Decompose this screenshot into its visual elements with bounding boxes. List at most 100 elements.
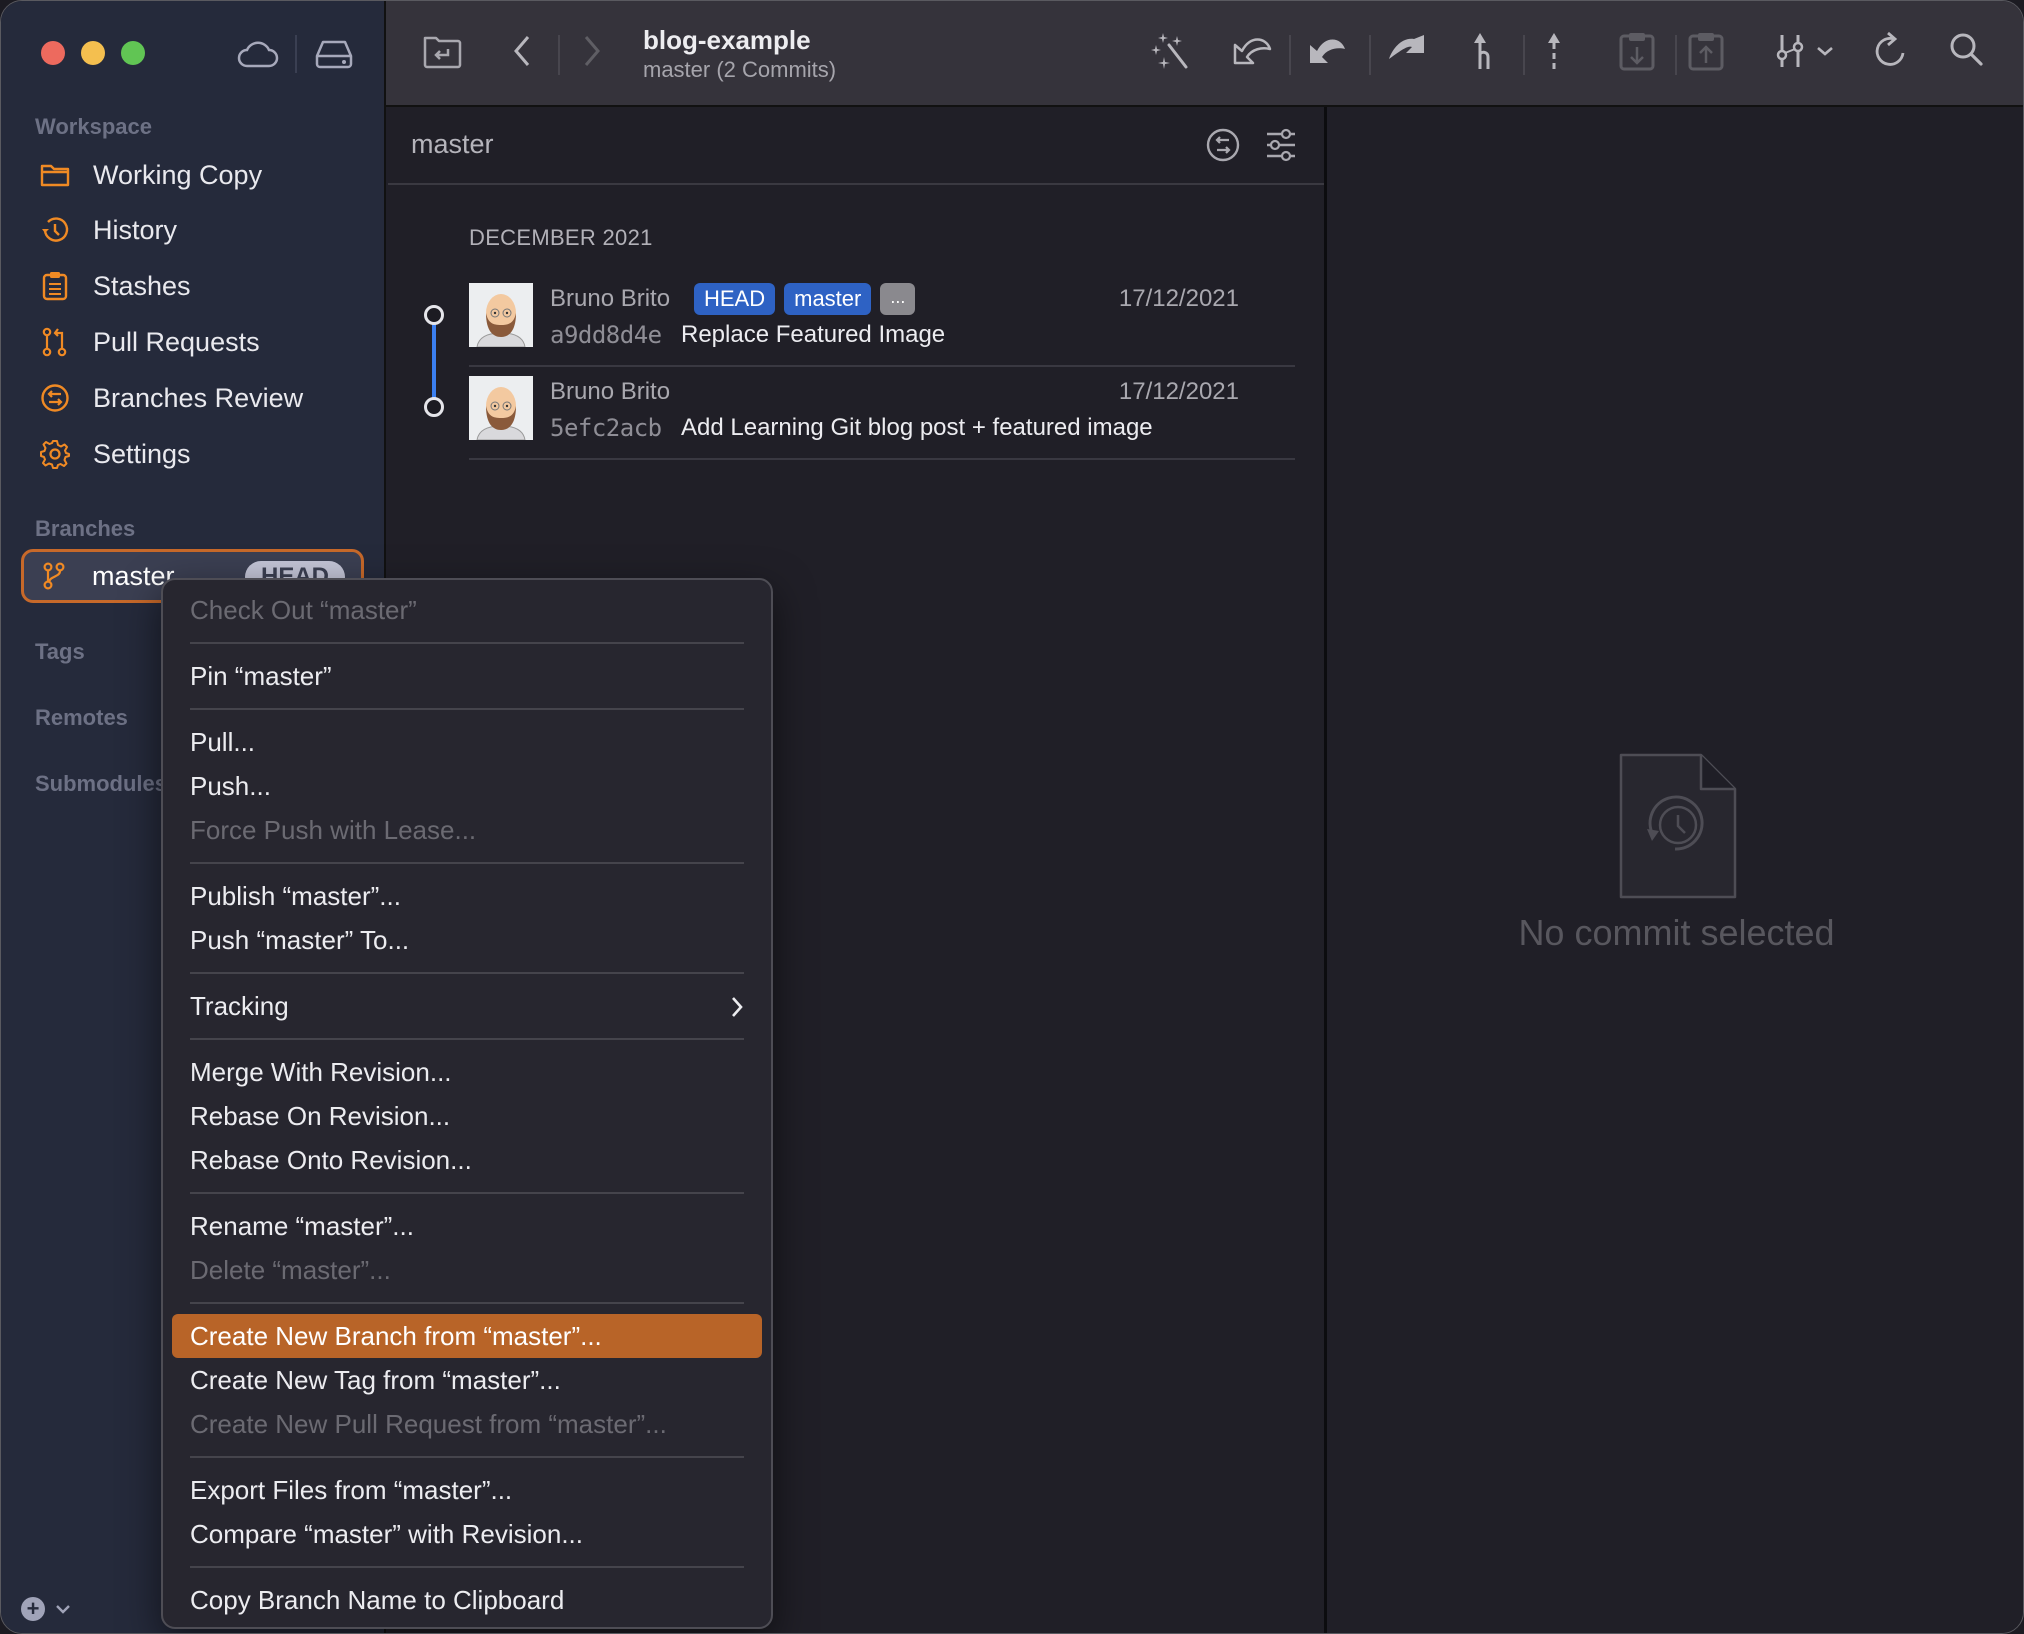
history-filter-button[interactable] [1265, 127, 1297, 168]
menu-item-rebase-on[interactable]: Rebase On Revision... [172, 1094, 762, 1138]
sidebar-item-settings[interactable]: Settings [39, 430, 191, 478]
minimize-window-button[interactable] [81, 41, 105, 65]
menu-item-merge[interactable]: Merge With Revision... [172, 1050, 762, 1094]
commit-graph-node [424, 397, 444, 417]
commit-row[interactable]: Bruno Brito HEAD master ... 17/12/2021 a… [469, 275, 1295, 367]
clipboard-icon [39, 270, 71, 302]
close-window-button[interactable] [41, 41, 65, 65]
chevron-down-icon [56, 1605, 70, 1614]
menu-item-delete[interactable]: Delete “master”... [172, 1248, 762, 1292]
section-workspace: Workspace [35, 114, 152, 139]
hard-drive-icon[interactable] [313, 38, 355, 70]
divider [558, 35, 560, 75]
chevron-right-icon [584, 36, 600, 66]
ref-badge-head[interactable]: HEAD [694, 283, 776, 315]
menu-item-copy-branch-name[interactable]: Copy Branch Name to Clipboard [172, 1578, 762, 1622]
menu-separator [190, 1192, 744, 1194]
menu-item-export-files[interactable]: Export Files from “master”... [172, 1468, 762, 1512]
section-remotes[interactable]: Remotes [35, 705, 128, 731]
menu-item-compare[interactable]: Compare “master” with Revision... [172, 1512, 762, 1556]
section-submodules[interactable]: Submodules [35, 771, 167, 797]
commit-message: Replace Featured Image [681, 321, 946, 348]
filter-menu-button[interactable] [1776, 31, 1834, 71]
commit-detail-pane: No commit selected [1330, 107, 2023, 1633]
menu-item-checkout[interactable]: Check Out “master” [172, 588, 762, 632]
compare-arrows-icon [1206, 128, 1240, 162]
commit-message: Add Learning Git blog post + featured im… [681, 414, 1153, 441]
sidebar-item-history[interactable]: History [39, 206, 177, 254]
toolbar: blog-example master (2 Commits) [386, 1, 2023, 107]
undo-button[interactable] [1232, 31, 1274, 67]
commit-row[interactable]: Bruno Brito 17/12/2021 5efc2acb Add Lear… [469, 368, 1295, 460]
menu-item-push-to[interactable]: Push “master” To... [172, 918, 762, 962]
empty-history-document-icon [1619, 753, 1737, 904]
gear-icon [39, 438, 71, 470]
commit-author: Bruno Brito [550, 285, 671, 312]
menu-item-pull[interactable]: Pull... [172, 720, 762, 764]
sidebar-item-label: Settings [93, 438, 191, 469]
pull-arrow-icon [1389, 35, 1424, 59]
menu-item-push[interactable]: Push... [172, 764, 762, 808]
ref-badge-master[interactable]: master [784, 283, 872, 315]
history-branch-label: master [411, 129, 494, 159]
fetch-button[interactable] [1307, 31, 1349, 67]
commit-hash: 5efc2acb [550, 414, 662, 442]
commit-author: Bruno Brito [550, 378, 671, 405]
divider [1523, 35, 1525, 75]
menu-item-rebase-onto[interactable]: Rebase Onto Revision... [172, 1138, 762, 1182]
pull-request-icon [39, 326, 71, 358]
commit-date: 17/12/2021 [1118, 285, 1239, 312]
stash-button[interactable] [1619, 31, 1655, 71]
sidebar-item-label: Pull Requests [93, 326, 260, 357]
cloud-icon[interactable] [237, 38, 279, 70]
menu-separator [190, 1302, 744, 1304]
menu-item-force-push[interactable]: Force Push with Lease... [172, 808, 762, 852]
branches-review-icon [39, 382, 71, 414]
divider [1369, 35, 1371, 75]
search-button[interactable] [1948, 31, 1984, 67]
sidebar-item-label: Working Copy [93, 159, 263, 190]
magic-wand-button[interactable] [1150, 31, 1190, 71]
back-button[interactable] [512, 31, 532, 71]
menu-item-create-tag[interactable]: Create New Tag from “master”... [172, 1358, 762, 1402]
menu-item-tracking[interactable]: Tracking [172, 984, 762, 1028]
menu-separator [190, 1038, 744, 1040]
commit-date: 17/12/2021 [1118, 378, 1239, 405]
repository-title: blog-example [643, 25, 811, 55]
menu-separator [190, 862, 744, 864]
add-menu-button[interactable]: + [21, 1597, 71, 1621]
section-tags[interactable]: Tags [35, 639, 85, 665]
forward-button[interactable] [582, 31, 602, 71]
filter-sliders-icon [1267, 128, 1295, 162]
menu-item-rename[interactable]: Rename “master”... [172, 1204, 762, 1248]
divider [295, 35, 297, 73]
ref-badge-more[interactable]: ... [880, 283, 916, 315]
menu-item-create-branch[interactable]: Create New Branch from “master”... [172, 1314, 762, 1358]
pop-stash-button[interactable] [1688, 31, 1724, 71]
empty-state-text: No commit selected [1518, 912, 1835, 953]
sidebar-item-working-copy[interactable]: Working Copy [39, 151, 262, 199]
history-icon [39, 214, 71, 246]
divider [1289, 35, 1291, 75]
sidebar-item-branches-review[interactable]: Branches Review [39, 374, 303, 422]
sidebar-item-label: Branches Review [93, 382, 304, 413]
window-controls [41, 41, 145, 65]
sidebar-item-pull-requests[interactable]: Pull Requests [39, 318, 260, 366]
menu-item-pin[interactable]: Pin “master” [172, 654, 762, 698]
menu-separator [190, 708, 744, 710]
push-button[interactable] [1544, 31, 1564, 71]
branch-icon [42, 562, 70, 590]
divider [1675, 35, 1677, 75]
pull-button[interactable] [1386, 31, 1428, 67]
zoom-window-button[interactable] [121, 41, 145, 65]
search-icon [1950, 33, 1983, 66]
menu-item-publish[interactable]: Publish “master”... [172, 874, 762, 918]
sidebar-item-stashes[interactable]: Stashes [39, 262, 191, 310]
compare-branches-button[interactable] [1205, 127, 1241, 168]
push-branch-button[interactable] [1472, 31, 1496, 71]
menu-item-create-pull-request[interactable]: Create New Pull Request from “master”... [172, 1402, 762, 1446]
open-repository-button[interactable] [422, 33, 462, 69]
refresh-button[interactable] [1874, 31, 1908, 71]
avatar [469, 283, 533, 347]
sidebar-top-icons [237, 35, 355, 73]
